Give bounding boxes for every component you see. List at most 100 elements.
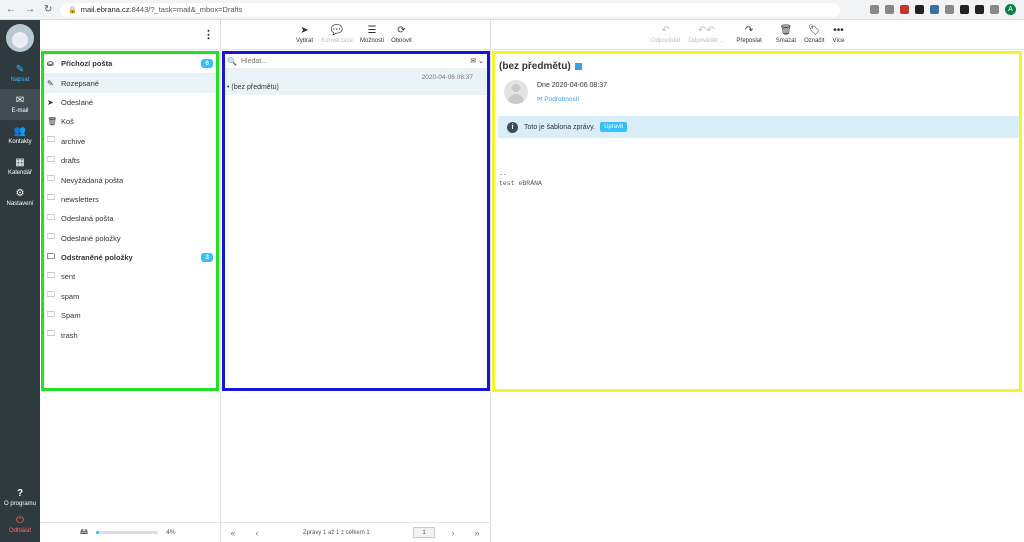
- message-row[interactable]: 2020-04-06 08:37 • (bez předmětu): [225, 69, 487, 95]
- folder-item[interactable]: 🗀 newsletters: [44, 190, 216, 209]
- folder-label: Koš: [61, 117, 74, 127]
- forward-arrow-icon[interactable]: →: [25, 4, 35, 15]
- page-number[interactable]: 1: [413, 527, 435, 538]
- mark-button[interactable]: 🏷 Označit: [800, 20, 828, 49]
- folder-label: Odstraněné položky: [61, 253, 133, 263]
- folder-item[interactable]: 🗀 drafts: [44, 151, 216, 170]
- tag-icon: 🏷: [807, 24, 821, 36]
- folder-item[interactable]: 🗀 spam: [44, 287, 216, 306]
- folder-item[interactable]: 🗀 Spam: [44, 306, 216, 325]
- translate-icon[interactable]: [870, 5, 879, 14]
- folder-item[interactable]: 🗀 Odeslaná pošta: [44, 209, 216, 228]
- folder-icon: 🗀: [47, 174, 55, 184]
- refresh-button[interactable]: ⟳ Obnovit: [388, 20, 415, 49]
- folder-item[interactable]: ⛀ Příchozí pošta 6: [44, 54, 216, 73]
- folder-item[interactable]: 🗑 Koš: [44, 112, 216, 131]
- folder-list: ⛀ Příchozí pošta 6 ✎ Rozepsané ➤ Odeslané 🗑 Koš 🗀…: [41, 51, 219, 391]
- folder-icon: 🗀: [47, 232, 55, 242]
- reply-button[interactable]: ↶ Odpovědět: [647, 20, 684, 49]
- pagination: « ‹ Zprávy 1 až 1 z celkem 1 1 › »: [221, 522, 491, 542]
- button-label: Více: [832, 37, 845, 44]
- power-icon: ⏻: [16, 514, 24, 526]
- folder-label: newsletters: [61, 194, 99, 204]
- extension-icon[interactable]: [975, 5, 984, 14]
- folder-label: sent: [61, 272, 76, 282]
- message-body: -- test eBRÁNA: [499, 171, 542, 187]
- reply-all-button[interactable]: ↶↶ Odpovědět ...: [684, 20, 728, 49]
- open-external-icon[interactable]: [574, 62, 582, 70]
- delete-button[interactable]: 🗑 Smazat: [772, 20, 800, 49]
- edit-button[interactable]: Upravit: [600, 122, 628, 132]
- address-bar[interactable]: 🔒 mail.ebrana.cz :8443/?_task=mail&_mbox…: [60, 2, 840, 17]
- extension-icon[interactable]: [930, 5, 939, 14]
- button-label: Konverzace: [321, 37, 353, 44]
- folder-item[interactable]: 🗀 Nevyžádaná pošta: [44, 170, 216, 189]
- extension-icon[interactable]: [900, 5, 909, 14]
- folder-icon: 🗀: [47, 212, 55, 222]
- extension-icon[interactable]: [915, 5, 924, 14]
- nav-bottom: ? O programu ⏻ Odhlásit: [0, 484, 40, 538]
- button-label: Označit: [804, 37, 825, 44]
- folder-menu-icon[interactable]: ⋮: [203, 28, 214, 41]
- question-icon: ?: [16, 487, 24, 499]
- nav-about[interactable]: ? O programu: [0, 484, 40, 511]
- star-icon[interactable]: [885, 5, 894, 14]
- last-page-icon[interactable]: »: [465, 528, 489, 538]
- refresh-icon: ⟳: [397, 24, 406, 36]
- nav-compose[interactable]: ✎ Napsat: [0, 58, 40, 89]
- pencil-icon: ✎: [47, 78, 54, 88]
- nav-logout[interactable]: ⏻ Odhlásit: [0, 511, 40, 538]
- button-label: Smazat: [775, 37, 797, 44]
- inbox-icon: ⛀: [47, 59, 54, 69]
- folder-item[interactable]: 🗀 trash: [44, 325, 216, 344]
- nav-settings[interactable]: ⚙ Nastavení: [0, 182, 40, 213]
- info-icon: i: [507, 121, 518, 133]
- puzzle-icon[interactable]: [990, 5, 999, 14]
- folder-pane: ⋮ ⛀ Příchozí pošta 6 ✎ Rozepsané ➤ Odeslané 🗑 Ko…: [40, 20, 221, 542]
- nav-email[interactable]: ✉ E-mail: [0, 89, 40, 120]
- nav-label: Napsat: [10, 76, 30, 83]
- forward-button[interactable]: ↷ Přeposlat: [732, 20, 765, 49]
- folder-label: drafts: [61, 156, 80, 166]
- folder-item[interactable]: 🗀 sent: [44, 267, 216, 286]
- nav-contacts[interactable]: 👥 Kontakty: [0, 120, 40, 151]
- message-content: (bez předmětu) Dne 2020-04-06 08:37 ✉ Po…: [492, 51, 1022, 392]
- first-page-icon[interactable]: «: [221, 528, 245, 538]
- reload-icon[interactable]: ↻: [44, 4, 52, 15]
- url-host: mail.ebrana.cz: [80, 5, 130, 14]
- folder-item[interactable]: 🗀 archive: [44, 132, 216, 151]
- logo[interactable]: [6, 24, 34, 52]
- notice-text: Toto je šablona zprávy.: [524, 123, 596, 131]
- folder-icon: 🗀: [47, 251, 55, 261]
- envelope-icon: ✉: [537, 96, 543, 103]
- next-page-icon[interactable]: ›: [441, 528, 465, 538]
- folder-item[interactable]: 🗀 Odstraněné položky 3: [44, 248, 216, 267]
- trash-icon: 🗑: [47, 117, 58, 127]
- forward-icon: ↷: [744, 24, 754, 36]
- options-button[interactable]: ☰ Možnosti: [356, 20, 388, 49]
- nav-calendar[interactable]: ▦ Kalendář: [0, 151, 40, 182]
- search-bar[interactable]: 🔍 Hledat... ✉ ⌄: [225, 54, 487, 69]
- button-label: Odpovědět: [651, 37, 681, 44]
- back-arrow-icon[interactable]: ←: [6, 4, 16, 15]
- message-subject: • (bez předmětu): [227, 84, 279, 91]
- prev-page-icon[interactable]: ‹: [245, 528, 269, 538]
- details-link[interactable]: ✉ Podrobnosti: [537, 95, 579, 103]
- threads-button[interactable]: 💬 Konverzace: [318, 20, 356, 49]
- folder-item[interactable]: ➤ Odeslané: [44, 93, 216, 112]
- template-notice: i Toto je šablona zprávy. Upravit: [498, 116, 1019, 138]
- select-button[interactable]: ➤ Vybrat: [291, 20, 318, 49]
- search-input[interactable]: Hledat...: [241, 58, 267, 65]
- message-preview-pane: ↶ Odpovědět ↶↶ Odpovědět ... ↷ Přeposlat…: [491, 20, 1024, 542]
- more-button[interactable]: ••• Více: [828, 20, 848, 49]
- profile-avatar[interactable]: A: [1005, 4, 1016, 15]
- folder-item[interactable]: 🗀 Odeslané položky: [44, 229, 216, 248]
- extension-icon[interactable]: [960, 5, 969, 14]
- pagination-text: Zprávy 1 až 1 z celkem 1: [303, 529, 370, 536]
- folder-item[interactable]: ✎ Rozepsané: [44, 73, 216, 93]
- browser-nav: ← → ↻: [0, 4, 60, 15]
- search-options[interactable]: ✉ ⌄: [470, 57, 484, 65]
- nav-label: Nastavení: [6, 200, 34, 207]
- extension-icon[interactable]: [945, 5, 954, 14]
- folder-icon: 🗀: [47, 154, 55, 164]
